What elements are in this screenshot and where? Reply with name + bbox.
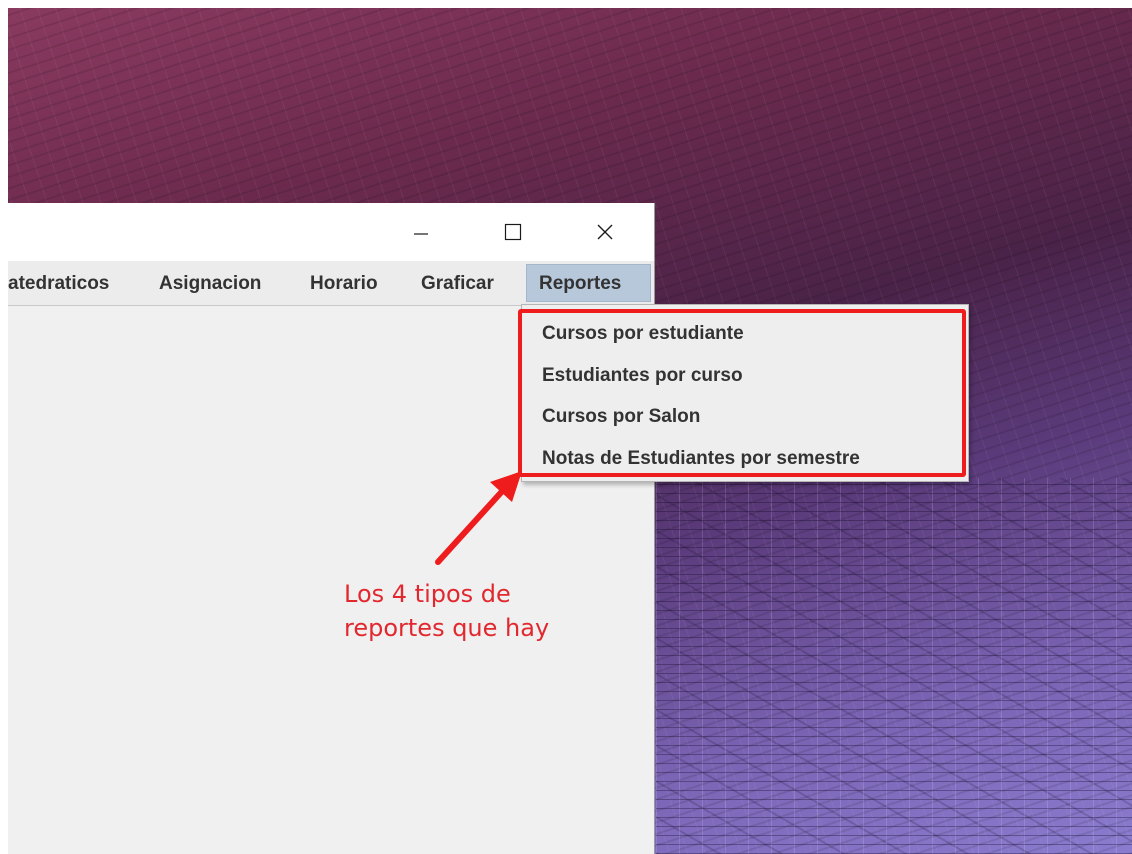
menu-horario[interactable]: Horario	[310, 269, 378, 299]
menu-graficar[interactable]: Graficar	[421, 269, 494, 299]
menu-item-cursos-por-salon[interactable]: Cursos por Salon	[542, 400, 700, 434]
reportes-dropdown-menu: Cursos por estudiante Estudiantes por cu…	[521, 304, 969, 482]
window-titlebar	[8, 203, 654, 261]
menubar: atedraticos Asignacion Horario Graficar …	[8, 261, 654, 306]
minimize-button[interactable]	[398, 203, 444, 261]
menu-catedraticos[interactable]: atedraticos	[8, 269, 109, 299]
menu-asignacion[interactable]: Asignacion	[159, 269, 261, 299]
wallpaper-circuit-pattern	[656, 478, 1132, 854]
maximize-button[interactable]	[490, 203, 536, 261]
close-icon	[597, 224, 613, 240]
menu-reportes[interactable]: Reportes	[526, 264, 651, 302]
maximize-icon	[504, 223, 522, 241]
menu-item-estudiantes-por-curso[interactable]: Estudiantes por curso	[542, 359, 743, 393]
minimize-icon	[414, 233, 428, 235]
menu-item-cursos-por-estudiante[interactable]: Cursos por estudiante	[542, 317, 744, 351]
annotation-line-1: Los 4 tipos de	[344, 580, 511, 608]
close-button[interactable]	[582, 203, 628, 261]
app-window: atedraticos Asignacion Horario Graficar …	[8, 203, 655, 854]
menu-item-notas-por-semestre[interactable]: Notas de Estudiantes por semestre	[542, 442, 860, 476]
annotation-text: Los 4 tipos de reportes que hay	[344, 577, 549, 645]
annotation-line-2: reportes que hay	[344, 614, 550, 642]
